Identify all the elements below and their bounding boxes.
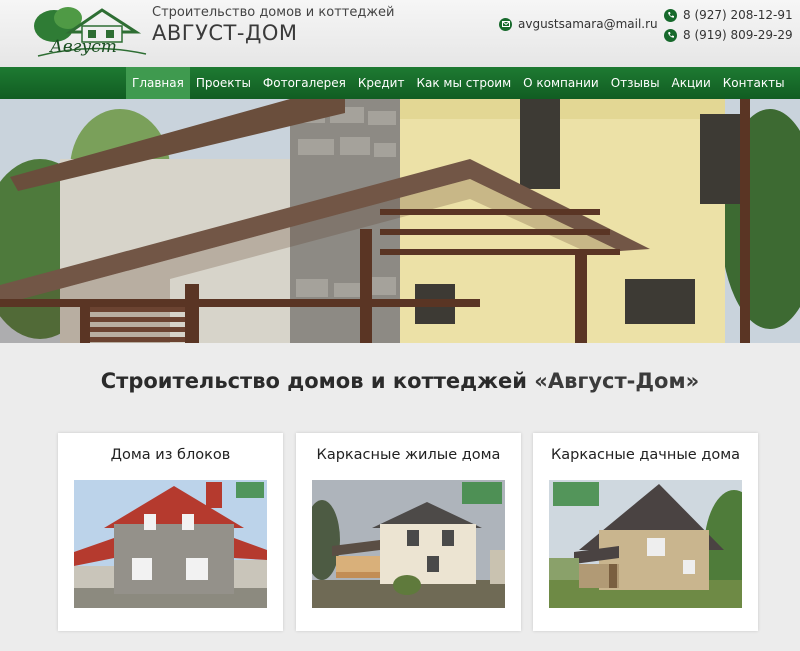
site-logo[interactable]: Август (32, 4, 150, 62)
card-title: Каркасные дачные дома (550, 447, 741, 463)
nav-item-credit[interactable]: Кредит (352, 67, 411, 99)
phone-1-text: 8 (927) 208-12-91 (683, 8, 793, 22)
phone-icon (664, 28, 677, 42)
site-brand: АВГУСТ-ДОМ (152, 21, 298, 45)
category-card-frame-residential[interactable]: Каркасные жилые дома (296, 433, 521, 631)
nav-item-promotions[interactable]: Акции (666, 67, 717, 99)
main-nav: Главная Проекты Фотогалерея Кредит Как м… (0, 67, 800, 99)
logo-text: Август (49, 37, 117, 57)
nav-item-projects[interactable]: Проекты (190, 67, 257, 99)
card-image-frame-residential[interactable] (312, 480, 505, 608)
email-link[interactable]: avgustsamara@mail.ru (499, 17, 658, 31)
site-tagline: Строительство домов и коттеджей (152, 5, 395, 20)
hero-image (0, 99, 800, 343)
page-title-text: Строительство домов и коттеджей (100, 369, 535, 393)
mail-icon (499, 17, 512, 31)
card-title: Каркасные жилые дома (316, 447, 501, 463)
card-image-blocks[interactable] (74, 480, 267, 608)
email-text: avgustsamara@mail.ru (518, 17, 658, 31)
card-title: Дома из блоков (110, 447, 231, 463)
page-title-brand: «Август-Дом» (534, 369, 700, 393)
nav-item-reviews[interactable]: Отзывы (605, 67, 666, 99)
category-card-blocks[interactable]: Дома из блоков (58, 433, 283, 631)
page-title: Строительство домов и коттеджей «Август-… (0, 369, 800, 393)
phone-icon (664, 8, 677, 22)
category-card-frame-country[interactable]: Каркасные дачные дома (533, 433, 758, 631)
nav-item-how-we-build[interactable]: Как мы строим (410, 67, 517, 99)
nav-item-home[interactable]: Главная (126, 67, 190, 99)
nav-item-about[interactable]: О компании (517, 67, 605, 99)
nav-item-gallery[interactable]: Фотогалерея (257, 67, 352, 99)
phone-2-link[interactable]: 8 (919) 809-29-29 (664, 28, 793, 42)
nav-item-contacts[interactable]: Контакты (717, 67, 791, 99)
phone-1-link[interactable]: 8 (927) 208-12-91 (664, 8, 793, 22)
phone-2-text: 8 (919) 809-29-29 (683, 28, 793, 42)
card-image-frame-country[interactable] (549, 480, 742, 608)
site-header: Август Строительство домов и коттеджей А… (0, 0, 800, 67)
